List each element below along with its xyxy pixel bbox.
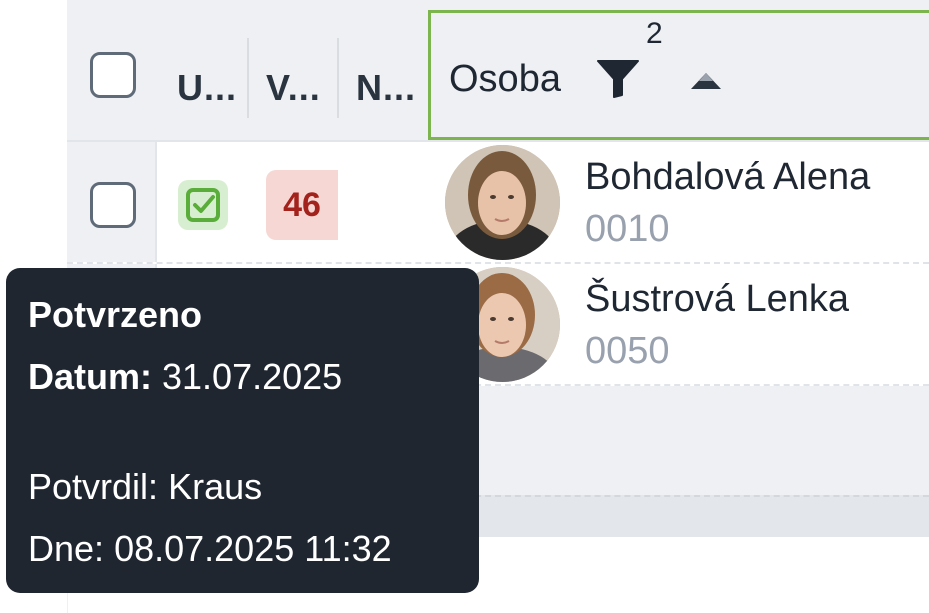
person-name[interactable]: Šustrová Lenka	[585, 278, 849, 321]
filter-count-badge: 2	[646, 17, 663, 50]
row-checkbox[interactable]	[90, 182, 136, 228]
column-header-osoba[interactable]: Osoba 2	[428, 10, 929, 140]
column-header-n[interactable]: N...	[356, 67, 416, 109]
person-name[interactable]: Bohdalová Alena	[585, 156, 870, 199]
filter-icon[interactable]	[596, 59, 640, 99]
table-row[interactable]: 46 Bohdalová Alena 0010	[67, 142, 929, 264]
tooltip-date: Datum: 31.07.2025	[28, 356, 342, 398]
tooltip-confirmed-when: Dne: 08.07.2025 11:32	[28, 528, 392, 570]
tooltip-date-value: 31.07.2025	[162, 356, 343, 397]
tooltip-when-value: 08.07.2025 11:32	[114, 528, 392, 569]
select-all-checkbox[interactable]	[90, 52, 136, 98]
column-divider[interactable]	[247, 38, 249, 118]
column-header-u[interactable]: U...	[177, 67, 237, 109]
person-id: 0050	[585, 330, 670, 372]
row-select-cell	[67, 142, 157, 262]
tooltip-by-label: Potvrdil:	[28, 466, 159, 507]
tooltip-when-label: Dne:	[28, 528, 105, 569]
avatar	[445, 145, 560, 260]
count-badge: 46	[266, 170, 338, 240]
tooltip-title: Potvrzeno	[28, 294, 203, 335]
column-header-osoba-label: Osoba	[449, 58, 561, 100]
tooltip-by-value: Kraus	[168, 466, 263, 507]
check-confirmed-icon[interactable]	[178, 180, 228, 230]
tooltip-date-label: Datum:	[28, 356, 152, 397]
grid-header: U... V... N... Osoba 2	[67, 10, 929, 142]
person-id: 0010	[585, 208, 670, 250]
column-header-v[interactable]: V...	[266, 67, 321, 109]
confirmation-tooltip: Potvrzeno Datum: 31.07.2025 Potvrdil: Kr…	[6, 268, 479, 593]
column-divider[interactable]	[337, 38, 339, 118]
sort-asc-icon[interactable]	[689, 71, 723, 91]
tooltip-confirmed-by: Potvrdil: Kraus	[28, 466, 262, 508]
